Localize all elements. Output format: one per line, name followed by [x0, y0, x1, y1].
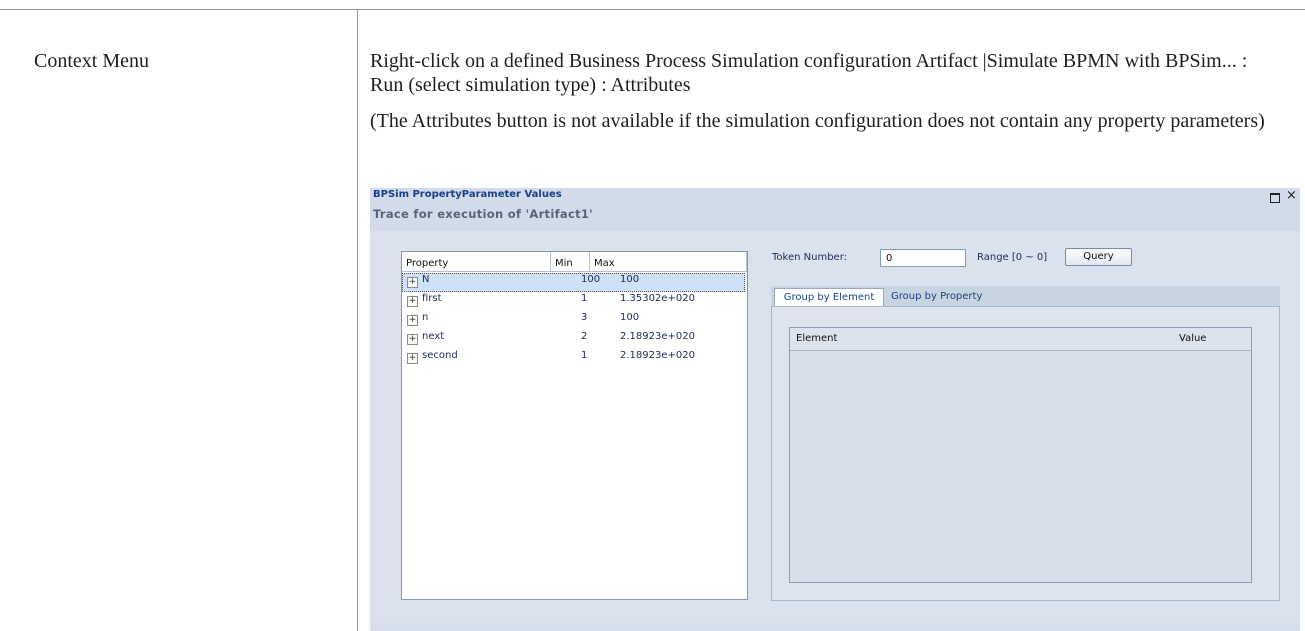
property-name: N — [422, 274, 430, 285]
property-min: 3 — [581, 312, 588, 323]
token-number-input[interactable]: 0 — [880, 249, 966, 267]
property-row[interactable]: + next 2 2.18923e+020 — [402, 330, 745, 349]
close-icon[interactable]: × — [1286, 188, 1297, 204]
property-min: 100 — [581, 274, 601, 285]
property-min: 1 — [581, 293, 588, 304]
property-name: n — [422, 312, 429, 323]
property-max: 2.18923e+020 — [620, 331, 695, 342]
column-header-property[interactable]: Property — [402, 252, 551, 272]
bpsim-property-values-window: BPSim PropertyParameter Values Trace for… — [370, 188, 1300, 631]
window-title: BPSim PropertyParameter Values — [373, 189, 562, 200]
property-row[interactable]: + N 100 100 — [402, 273, 745, 292]
expand-icon[interactable]: + — [407, 315, 418, 326]
property-min: 2 — [581, 331, 588, 342]
column-header-element[interactable]: Element — [796, 333, 837, 344]
property-name: next — [422, 331, 445, 342]
instruction-paragraph: Right-click on a defined Business Proces… — [370, 50, 1248, 96]
property-row[interactable]: + second 1 2.18923e+020 — [402, 349, 745, 368]
property-min: 1 — [581, 350, 588, 361]
column-header-min[interactable]: Min — [551, 252, 590, 272]
tab-group-by-element[interactable]: Group by Element — [774, 288, 884, 306]
property-max: 1.35302e+020 — [620, 293, 695, 304]
column-header-max[interactable]: Max — [590, 252, 747, 272]
property-row[interactable]: + n 3 100 — [402, 311, 745, 330]
row-label-context-menu: Context Menu — [34, 50, 149, 72]
note-paragraph: (The Attributes button is not available … — [370, 110, 1265, 132]
element-value-list[interactable]: Element Value — [789, 327, 1252, 583]
property-name: first — [422, 293, 442, 304]
expand-icon[interactable]: + — [407, 277, 418, 288]
trace-caption: Trace for execution of 'Artifact1' — [373, 207, 594, 221]
property-max: 100 — [620, 274, 640, 285]
window-header: BPSim PropertyParameter Values Trace for… — [370, 188, 1300, 231]
expand-icon[interactable]: + — [407, 353, 418, 364]
property-max: 100 — [620, 312, 640, 323]
element-list-header: Element Value — [790, 328, 1251, 351]
property-name: second — [422, 350, 458, 361]
token-number-label: Token Number: — [772, 252, 847, 263]
expand-icon[interactable]: + — [407, 334, 418, 345]
property-max: 2.18923e+020 — [620, 350, 695, 361]
property-row[interactable]: + first 1 1.35302e+020 — [402, 292, 745, 311]
query-button[interactable]: Query — [1065, 248, 1132, 266]
property-grid[interactable]: Property Min Max + N 100 100 + first 1 1… — [401, 251, 748, 600]
tab-group-by-property[interactable]: Group by Property — [891, 289, 982, 305]
expand-icon[interactable]: + — [407, 296, 418, 307]
table-top-border — [0, 9, 1305, 10]
range-label: Range [0 ~ 0] — [977, 252, 1048, 263]
table-column-divider — [357, 9, 358, 631]
column-header-value[interactable]: Value — [1179, 333, 1206, 344]
restore-icon[interactable] — [1270, 193, 1280, 203]
